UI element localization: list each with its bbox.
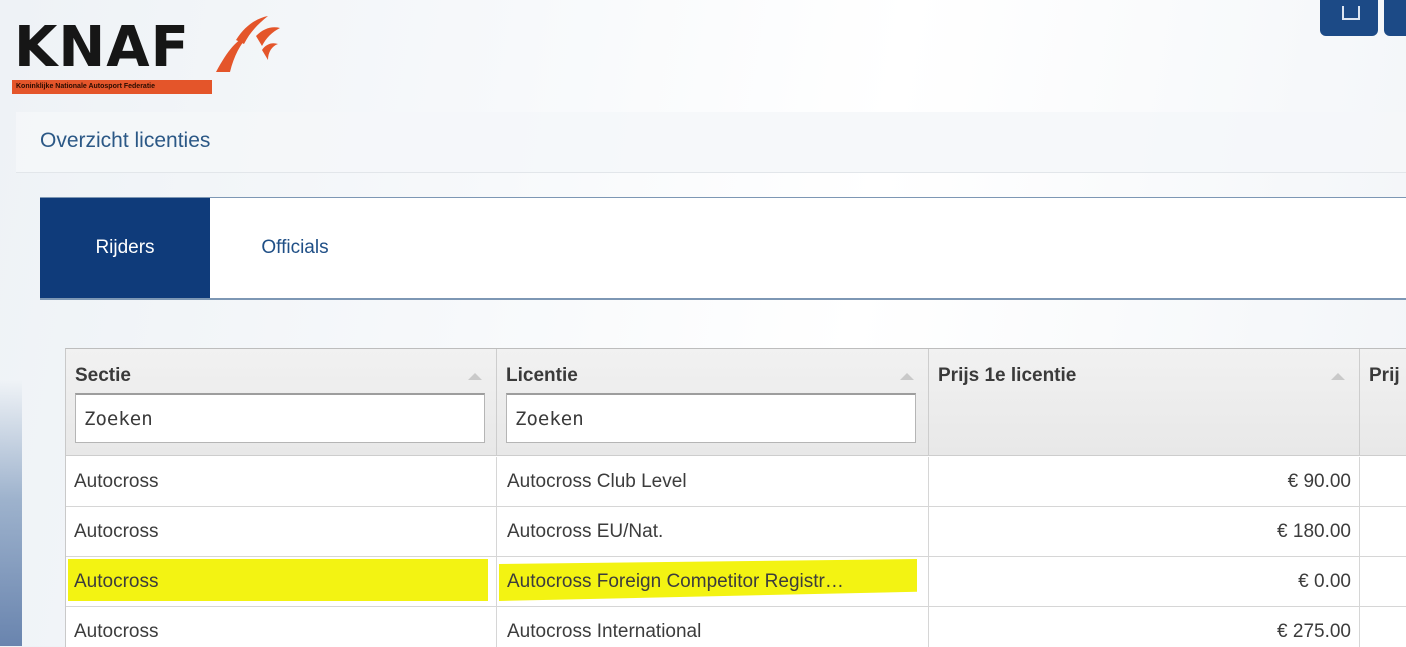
column-header-prijs[interactable]: Prijs 1e licentie: [929, 349, 1360, 456]
sectie-cell: Autocross: [66, 607, 497, 647]
page-title: Overzicht licenties: [40, 129, 211, 152]
column-label: Licentie: [506, 365, 578, 386]
license-tabs: Rijders Officials: [40, 197, 1406, 300]
logo-wordmark: KNAF: [14, 15, 190, 80]
sort-arrow-icon[interactable]: [468, 373, 482, 380]
license-table: Sectie Licentie Prijs 1e licentie Prij A…: [65, 348, 1406, 647]
licentie-cell: Autocross International: [497, 607, 929, 647]
licentie-cell: Autocross Foreign Competitor Registr…: [497, 557, 929, 607]
site-header: KNAF Koninklijke Nationale Autosport Fed…: [0, 0, 1406, 112]
tab-officials[interactable]: Officials: [210, 198, 380, 298]
page-header-bar: Overzicht licenties: [16, 112, 1406, 173]
column-header-prijs-verlenging[interactable]: Prij: [1360, 349, 1406, 456]
decorative-background-sweep: [0, 380, 22, 646]
header-menu-button[interactable]: [1384, 0, 1406, 36]
price-renewal-cell: [1360, 607, 1406, 647]
price-renewal-cell: [1360, 557, 1406, 607]
sectie-search-input[interactable]: [75, 393, 485, 443]
column-header-licentie[interactable]: Licentie: [497, 349, 929, 456]
column-label: Sectie: [75, 365, 131, 386]
logo-subtitle: Koninklijke Nationale Autosport Federati…: [12, 80, 212, 94]
price-cell: € 275.00: [929, 607, 1360, 647]
sort-arrow-icon[interactable]: [1331, 373, 1345, 380]
price-renewal-cell: [1360, 507, 1406, 557]
sectie-cell: Autocross: [66, 507, 497, 557]
table-row[interactable]: Autocross Autocross Club Level € 90.00: [66, 457, 1406, 507]
sectie-cell: Autocross: [66, 457, 497, 507]
tab-rijders[interactable]: Rijders: [40, 198, 210, 298]
column-label: Prijs 1e licentie: [938, 365, 1077, 386]
licentie-cell: Autocross EU/Nat.: [497, 507, 929, 557]
login-icon: [1342, 6, 1360, 20]
column-header-sectie[interactable]: Sectie: [66, 349, 497, 456]
knaf-logo[interactable]: KNAF Koninklijke Nationale Autosport Fed…: [10, 10, 280, 96]
table-row-highlighted[interactable]: Autocross Autocross Foreign Competitor R…: [66, 557, 1406, 607]
price-cell: € 90.00: [929, 457, 1360, 507]
price-cell: € 0.00: [929, 557, 1360, 607]
sectie-cell: Autocross: [66, 557, 497, 607]
price-cell: € 180.00: [929, 507, 1360, 557]
licentie-search-input[interactable]: [506, 393, 916, 443]
sort-arrow-icon[interactable]: [900, 373, 914, 380]
header-action-button[interactable]: [1320, 0, 1378, 36]
table-row[interactable]: Autocross Autocross EU/Nat. € 180.00: [66, 507, 1406, 557]
price-renewal-cell: [1360, 457, 1406, 507]
table-row[interactable]: Autocross Autocross International € 275.…: [66, 607, 1406, 647]
flame-mark-icon: [216, 16, 280, 72]
column-label: Prij: [1369, 365, 1400, 386]
licentie-cell: Autocross Club Level: [497, 457, 929, 507]
